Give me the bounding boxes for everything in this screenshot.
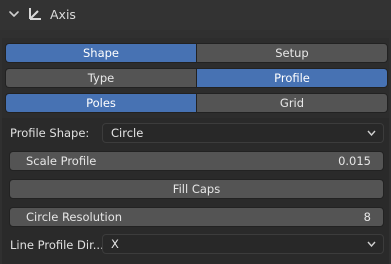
tab-type[interactable]: Type (5, 68, 196, 88)
panel-title: Axis (50, 7, 76, 22)
fill-caps-button[interactable]: Fill Caps (9, 179, 384, 199)
circle-resolution-value: 8 (363, 210, 371, 224)
mode-tabs: Poles Grid (5, 93, 388, 113)
profile-shape-label: Profile Shape: (10, 126, 90, 140)
line-profile-dir-dropdown[interactable]: X (102, 234, 384, 254)
line-profile-dir-label: Line Profile Dir... (10, 238, 104, 252)
tab-setup[interactable]: Setup (196, 43, 388, 63)
sub-tabs: Type Profile (5, 68, 388, 88)
chevron-down-icon (367, 130, 376, 136)
tab-shape[interactable]: Shape (5, 43, 196, 63)
fill-caps-label: Fill Caps (172, 182, 221, 196)
profile-shape-value: Circle (111, 126, 144, 140)
scale-profile-value: 0.015 (338, 154, 371, 168)
tab-poles[interactable]: Poles (5, 93, 196, 113)
chevron-down-icon (367, 241, 376, 247)
scale-profile-slider[interactable]: Scale Profile 0.015 (9, 151, 384, 171)
tab-profile[interactable]: Profile (196, 68, 388, 88)
axis-empty-icon (29, 8, 41, 20)
profile-shape-dropdown[interactable]: Circle (102, 123, 384, 143)
line-profile-dir-value: X (111, 237, 119, 251)
panel-header[interactable]: Axis (0, 0, 391, 30)
main-tabs: Shape Setup (5, 43, 388, 63)
circle-resolution-label: Circle Resolution (26, 210, 123, 224)
tab-grid[interactable]: Grid (196, 93, 388, 113)
scale-profile-label: Scale Profile (26, 154, 97, 168)
chevron-down-icon[interactable] (8, 9, 20, 19)
circle-resolution-slider[interactable]: Circle Resolution 8 (9, 207, 384, 227)
